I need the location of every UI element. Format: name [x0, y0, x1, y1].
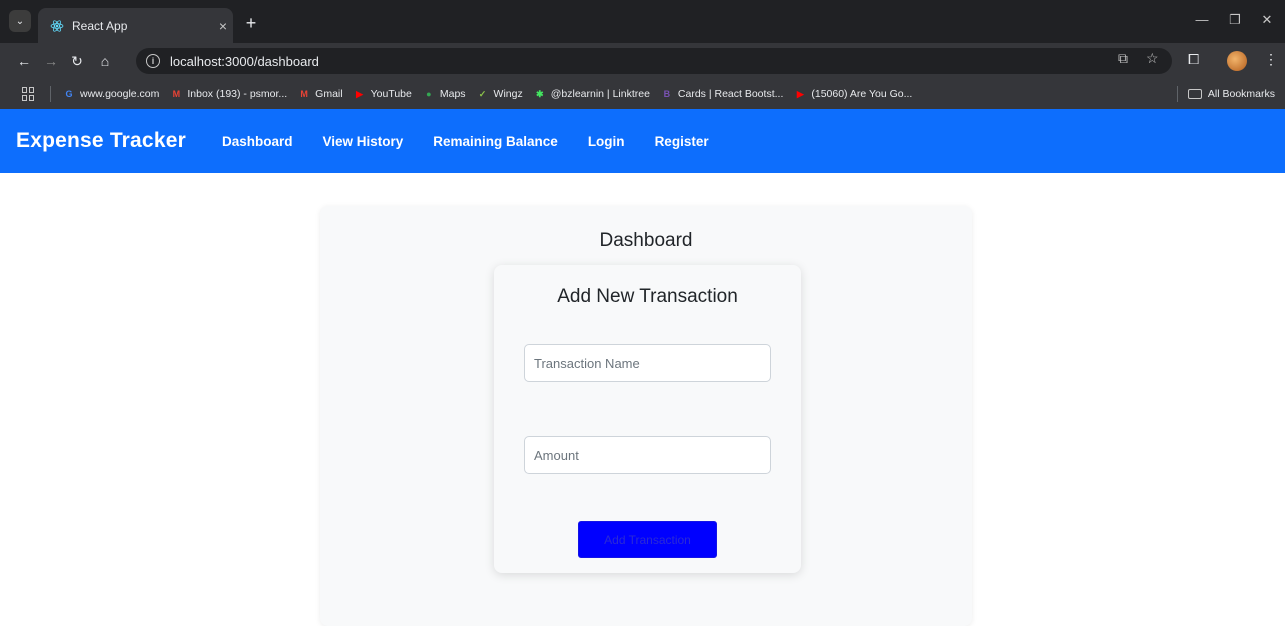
- tab-title: React App: [72, 18, 128, 33]
- close-window-icon[interactable]: ✕: [1257, 12, 1277, 28]
- nav-link-login[interactable]: Login: [588, 134, 625, 149]
- nav-link-view-history[interactable]: View History: [322, 134, 403, 149]
- bookmark-label: YouTube: [370, 88, 412, 100]
- bookmarks-bar: Gwww.google.com M Inbox (193) - psmor... M G…: [0, 79, 1285, 109]
- browser-tab[interactable]: React App ×: [38, 8, 233, 43]
- bookmark-item[interactable]: Gwww.google.com: [63, 88, 159, 100]
- all-bookmarks[interactable]: All Bookmarks: [1176, 79, 1275, 109]
- bookmark-label: (15060) Are You Go...: [811, 88, 913, 100]
- back-arrow-icon[interactable]: ←: [14, 51, 34, 71]
- form-title: Add New Transaction: [557, 286, 738, 307]
- bookmark-label: Cards | React Bootst...: [677, 88, 784, 100]
- bookmark-label: Inbox (193) - psmor...: [187, 88, 288, 100]
- brand-logo[interactable]: Expense Tracker: [16, 129, 186, 153]
- menu-kebab-icon[interactable]: ⋮: [1264, 51, 1278, 68]
- bookmark-item[interactable]: M Gmail: [298, 88, 342, 100]
- bookmark-item[interactable]: ▶ YouTube: [354, 88, 412, 100]
- bookmark-list: Gwww.google.com M Inbox (193) - psmor... M G…: [63, 88, 923, 100]
- amount-input[interactable]: [524, 436, 771, 474]
- bookmarks-divider: [50, 86, 51, 102]
- all-bookmarks-label: All Bookmarks: [1207, 88, 1275, 100]
- bookmark-item[interactable]: M Inbox (193) - psmor...: [170, 88, 288, 100]
- bookmark-label: Wingz: [493, 88, 523, 100]
- google-icon: G: [65, 89, 73, 99]
- gmail-icon: M: [172, 89, 181, 99]
- react-icon: [50, 19, 64, 32]
- bookmark-item[interactable]: B Cards | React Bootst...: [661, 88, 784, 100]
- restore-icon[interactable]: ❐: [1225, 12, 1245, 28]
- browser-titlebar: ⌄ React App × + — ❐ ✕: [0, 0, 1285, 43]
- nav-link-dashboard[interactable]: Dashboard: [222, 134, 293, 149]
- app-navbar: Expense Tracker Dashboard View History R…: [0, 109, 1285, 173]
- bookmark-label: Maps: [439, 88, 466, 100]
- bookmark-item[interactable]: ✱ @bzlearnin | Linktree: [534, 88, 650, 100]
- extensions-icon[interactable]: ⧠: [1188, 51, 1199, 68]
- maps-icon: ●: [426, 89, 432, 99]
- home-icon[interactable]: ⌂: [95, 51, 115, 71]
- tab-search-chevron-icon[interactable]: ⌄: [9, 10, 31, 32]
- address-bar[interactable]: i localhost:3000/dashboard ⧉ ☆: [136, 48, 1172, 74]
- reload-icon[interactable]: ↻: [67, 51, 87, 71]
- bootstrap-icon: B: [663, 89, 671, 99]
- url-text: localhost:3000/dashboard: [170, 53, 319, 69]
- dashboard-card: Dashboard Add New Transaction Add Transa…: [320, 206, 972, 626]
- bookmark-label: @bzlearnin | Linktree: [550, 88, 650, 100]
- add-transaction-button[interactable]: Add Transaction: [578, 521, 717, 558]
- folder-icon: [1187, 89, 1202, 99]
- bookmark-star-icon[interactable]: ☆: [1146, 50, 1159, 67]
- tab-close-icon[interactable]: ×: [213, 18, 233, 34]
- nav-link-register[interactable]: Register: [655, 134, 709, 149]
- nav-link-remaining-balance[interactable]: Remaining Balance: [433, 134, 558, 149]
- bookmark-item[interactable]: ✓ Wingz: [477, 88, 523, 100]
- minimize-icon[interactable]: —: [1192, 12, 1212, 27]
- page-title: Dashboard: [599, 230, 693, 251]
- new-tab-button[interactable]: +: [240, 12, 262, 34]
- transaction-name-input[interactable]: [524, 344, 771, 382]
- browser-toolbar: ← → ↻ ⌂ i localhost:3000/dashboard ⧉ ☆ ⧠…: [0, 43, 1285, 79]
- profile-avatar[interactable]: [1227, 51, 1247, 71]
- forward-arrow-icon[interactable]: →: [41, 51, 61, 71]
- bookmark-label: Gmail: [315, 88, 343, 100]
- youtube-icon: ▶: [356, 88, 364, 99]
- cast-icon[interactable]: ⧉: [1118, 50, 1128, 67]
- bookmark-item[interactable]: ● Maps: [423, 88, 466, 100]
- youtube-icon: ▶: [796, 88, 804, 99]
- gmail-icon: M: [300, 89, 308, 99]
- site-info-icon[interactable]: i: [146, 54, 160, 68]
- wingz-icon: ✓: [478, 88, 487, 99]
- bookmark-label: www.google.com: [80, 88, 160, 100]
- bookmarks-divider: [1176, 86, 1178, 102]
- transaction-form-card: Add New Transaction Add Transaction: [494, 265, 801, 573]
- linktree-icon: ✱: [535, 88, 544, 99]
- apps-grid-icon[interactable]: [22, 87, 36, 101]
- bookmark-item[interactable]: ▶ (15060) Are You Go...: [794, 88, 912, 100]
